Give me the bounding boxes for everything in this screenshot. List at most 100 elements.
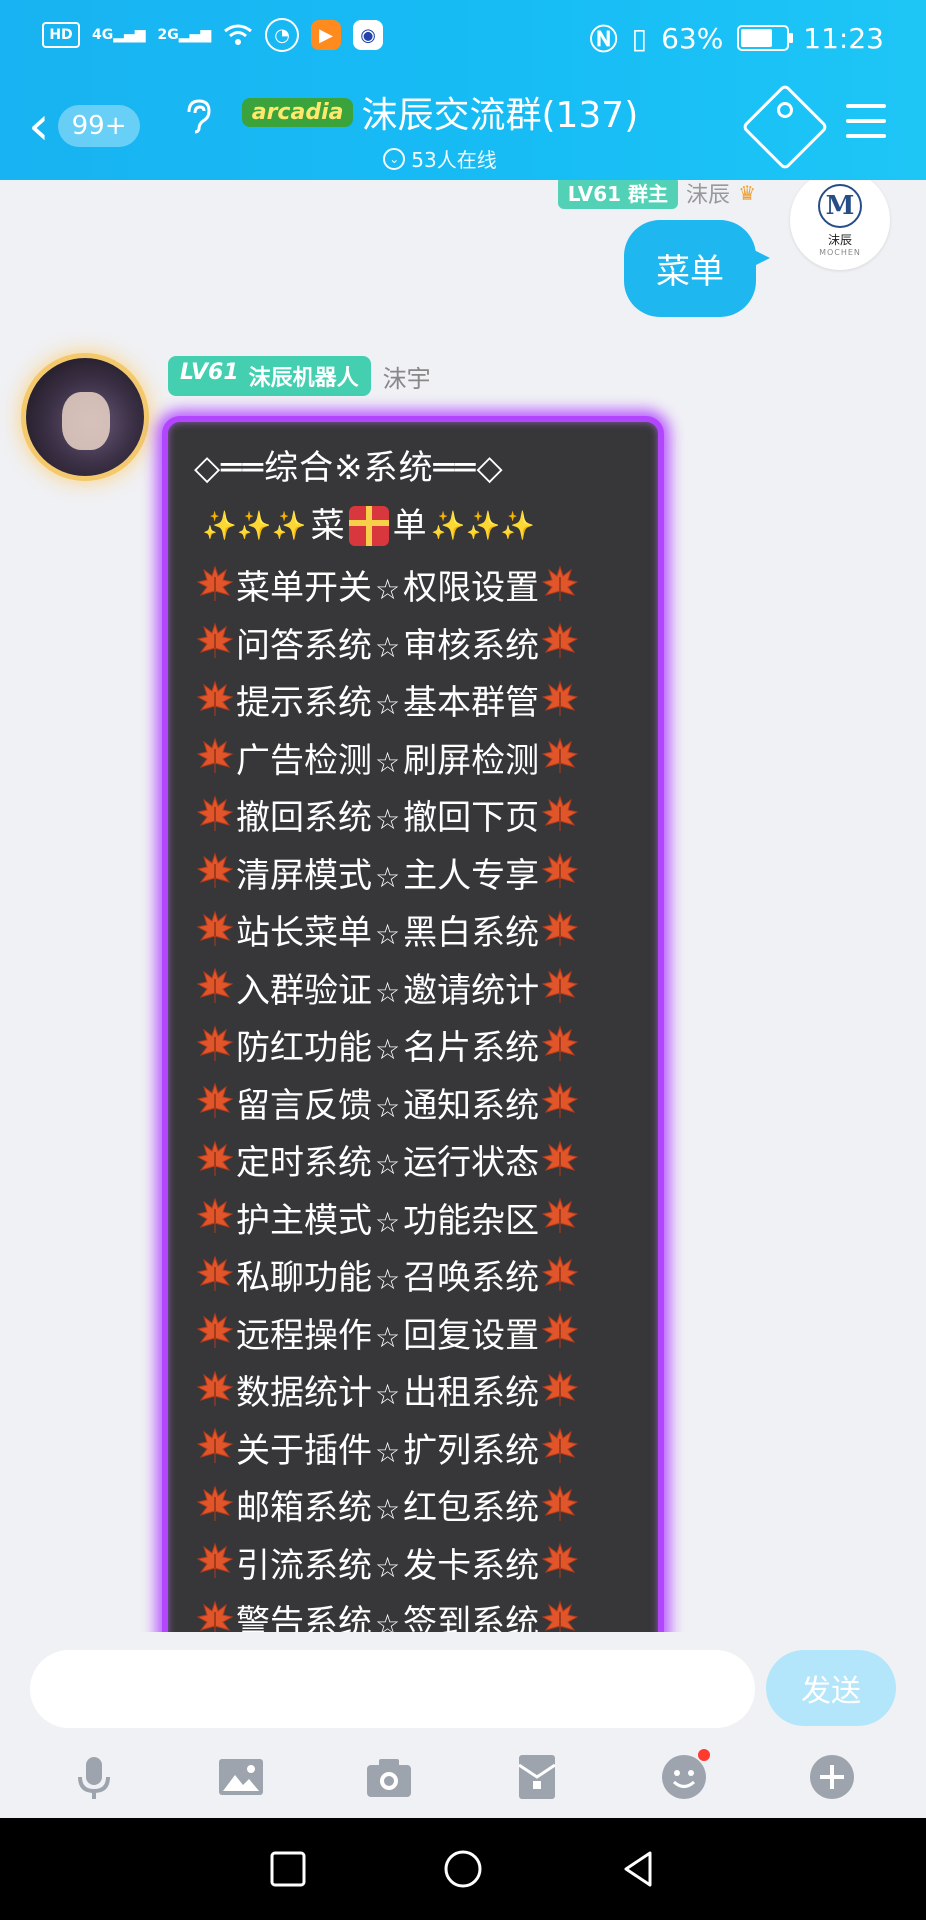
star-icon: ☆ (375, 1263, 401, 1297)
avatar-cn: 沫辰 (827, 232, 852, 247)
menu-row-text: 站长菜单 ☆黑白系统 (236, 905, 539, 954)
nfc-icon: Ⓝ (589, 23, 618, 56)
recent-apps-button[interactable] (258, 1839, 318, 1899)
menu-row: 私聊功能 ☆召唤系统 (194, 1246, 644, 1304)
bot-avatar[interactable] (26, 358, 144, 476)
top-bar: HD 4G ▂▄▆ 2G ▂▄▆ ◔ ▶ ◉ Ⓝ ▯ 63% 11:23 ‹ 99+ (0, 0, 926, 180)
maple-leaf-icon (194, 909, 236, 951)
menu-item-right: 邀请统计 (403, 970, 540, 1011)
menu-item-left: 私聊功能 (236, 1258, 372, 1299)
menu-row-text: 防红功能 ☆名片系统 (236, 1020, 539, 1069)
input-bar: 发送 (0, 1632, 926, 1818)
star-icon: ☆ (375, 1320, 401, 1354)
menu-item-left: 提示系统 (236, 683, 372, 724)
maple-leaf-icon (194, 1541, 236, 1583)
menu-row-text: 问答系统 ☆审核系统 (236, 618, 539, 667)
maple-leaf-icon (194, 1081, 236, 1123)
star-icon: ☆ (375, 803, 401, 837)
menu-row-text: 私聊功能 ☆召唤系统 (236, 1250, 539, 1299)
chevron-left-icon: ‹ (28, 94, 50, 157)
maple-leaf-icon (539, 794, 581, 836)
menu-row-text: 留言反馈 ☆通知系统 (236, 1078, 539, 1127)
menu-item-right: 主人专享 (403, 855, 540, 896)
back-button[interactable]: ‹ 99+ (28, 96, 178, 156)
star-icon: ☆ (375, 1148, 401, 1182)
maple-leaf-icon (539, 564, 581, 606)
video-app-icon: ▶ (311, 20, 342, 50)
menu-row-text: 邮箱系统 ☆红包系统 (236, 1480, 539, 1529)
menu-item-left: 站长菜单 (236, 913, 372, 954)
send-button[interactable]: 发送 (766, 1650, 896, 1726)
menu-row: 数据统计 ☆出租系统 (194, 1361, 644, 1419)
maple-leaf-icon (539, 1081, 581, 1123)
menu-rows: 菜单开关 ☆权限设置 问答系统 ☆审核系统 提示系统 ☆基本群管广告检测 ☆刷屏检测 撤回系统… (194, 556, 644, 1632)
star-icon: ☆ (375, 1493, 401, 1527)
menu-item-right: 名片系统 (403, 1028, 540, 1069)
menu-item-left: 警告系统 (236, 1603, 372, 1632)
maple-leaf-icon (539, 1599, 581, 1632)
maple-leaf-icon (539, 736, 581, 778)
menu-row-text: 撤回系统 ☆撤回下页 (236, 790, 539, 839)
menu-item-left: 菜单开关 (236, 568, 372, 609)
message-input[interactable] (30, 1650, 755, 1728)
menu-item-right: 运行状态 (403, 1143, 540, 1184)
menu-item-right: 召唤系统 (403, 1258, 540, 1299)
plus-icon[interactable] (802, 1747, 862, 1807)
image-icon[interactable] (211, 1747, 271, 1807)
menu-row: 广告检测 ☆刷屏检测 (194, 729, 644, 787)
emoji-icon[interactable] (654, 1747, 714, 1807)
menu-row-text: 清屏模式 ☆主人专享 (236, 848, 539, 897)
maple-leaf-icon (194, 794, 236, 836)
menu-item-left: 护主模式 (236, 1200, 372, 1241)
maple-leaf-icon (194, 1369, 236, 1411)
hd-indicator: HD (42, 22, 80, 48)
speed-icon: ◔ (265, 18, 300, 52)
star-icon: ☆ (375, 688, 401, 722)
chat-title-area[interactable]: arcadia 沫辰交流群(137) ⌄ 53人在线 (230, 86, 650, 172)
maple-leaf-icon (539, 1484, 581, 1526)
nav-back-button[interactable] (608, 1839, 668, 1899)
menu-item-right: 刷屏检测 (403, 740, 540, 781)
star-icon: ☆ (375, 573, 401, 607)
menu-item-right: 扩列系统 (403, 1430, 540, 1471)
menu-icon[interactable] (846, 104, 886, 138)
star-icon: ☆ (375, 745, 401, 779)
maple-leaf-icon (194, 621, 236, 663)
camera-app-icon: ◉ (353, 20, 384, 50)
maple-leaf-icon (539, 1369, 581, 1411)
bot-level: LV61 (180, 360, 239, 385)
camera-icon[interactable] (359, 1747, 419, 1807)
signal-4g-icon: 4G ▂▄▆ (92, 27, 146, 43)
menu-title: ✨✨✨ 菜 单 ✨✨✨ (194, 496, 644, 556)
avatar-en: MOCHEN (819, 247, 861, 257)
menu-item-left: 邮箱系统 (236, 1488, 372, 1529)
home-button[interactable] (433, 1839, 493, 1899)
menu-row: 警告系统 ☆签到系统 (194, 1591, 644, 1632)
star-icon: ☆ (375, 918, 401, 952)
menu-row-text: 提示系统 ☆基本群管 (236, 675, 539, 724)
maple-leaf-icon (194, 1254, 236, 1296)
star-icon: ☆ (375, 1205, 401, 1239)
menu-item-right: 黑白系统 (403, 913, 540, 954)
chevron-down-icon: ⌄ (383, 147, 406, 170)
tag-icon[interactable] (741, 83, 829, 171)
microphone-icon[interactable] (64, 1747, 124, 1807)
menu-row: 引流系统 ☆发卡系统 (194, 1534, 644, 1592)
maple-leaf-icon (539, 851, 581, 893)
my-message-bubble[interactable]: 菜单 (624, 220, 770, 317)
menu-row: 远程操作 ☆回复设置 (194, 1304, 644, 1362)
chat-area[interactable]: LV61 群主 沫辰 ♛ M 沫辰 MOCHEN 菜单 LV61 沫辰机器人 沫… (0, 180, 926, 1632)
menu-row-text: 菜单开关 ☆权限设置 (236, 560, 539, 609)
menu-item-left: 远程操作 (236, 1315, 372, 1356)
input-toolbar (0, 1742, 926, 1812)
avatar[interactable]: M 沫辰 MOCHEN (790, 180, 890, 270)
maple-leaf-icon (539, 966, 581, 1008)
ear-mode-icon[interactable] (178, 98, 218, 138)
maple-leaf-icon (539, 1196, 581, 1238)
menu-row: 清屏模式 ☆主人专享 (194, 844, 644, 902)
red-packet-icon[interactable] (507, 1747, 567, 1807)
bot-name: 沫宇 (382, 364, 431, 393)
menu-item-left: 问答系统 (236, 625, 372, 666)
maple-leaf-icon (539, 1311, 581, 1353)
menu-message-bubble[interactable]: ◇══综合※系统══◇ ✨✨✨ 菜 单 ✨✨✨ 菜单开关 ☆权限设置 问答系统 ☆审核… (162, 416, 664, 1632)
